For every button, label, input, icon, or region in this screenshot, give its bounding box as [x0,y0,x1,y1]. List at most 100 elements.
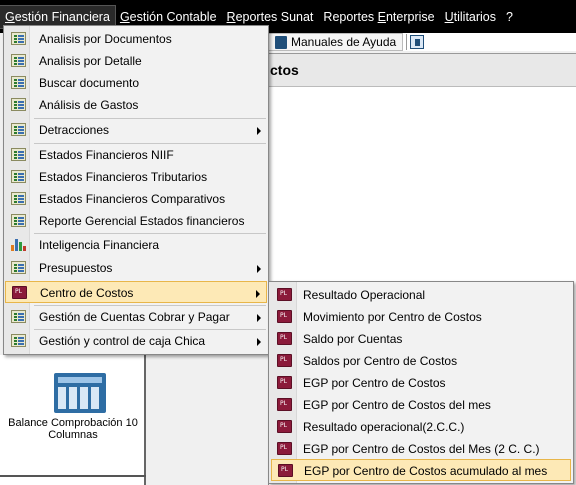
submenu-arrow-icon [257,314,261,322]
centro-costos-submenu: Resultado Operacional Movimiento por Cen… [268,281,574,484]
gestion-financiera-menu: Analisis por Documentos Analisis por Det… [3,25,269,355]
menu-item-inteligencia-financiera[interactable]: Inteligencia Financiera [5,234,267,256]
submenu-item-label: Resultado Operacional [303,288,426,302]
menu-item-ef-comparativos[interactable]: Estados Financieros Comparativos [5,188,267,210]
menu-label-post: tilitarios [453,9,497,24]
menu-label-mnemonic: R [226,9,236,24]
pl-report-icon [277,332,292,345]
divider [0,475,146,477]
pl-report-icon [278,464,293,477]
list-icon [11,310,26,323]
menu-item-label: Presupuestos [39,261,113,275]
submenu-item-egp-mes-2cc[interactable]: EGP por Centro de Costos del Mes (2 C. C… [271,438,571,460]
pl-report-icon [277,288,292,301]
submenu-item-label: Saldo por Cuentas [303,332,403,346]
menu-item-ef-niif[interactable]: Estados Financieros NIIF [5,144,267,166]
menu-item-label: Gestión de Cuentas Cobrar y Pagar [39,310,230,324]
submenu-item-egp-acumulado[interactable]: EGP por Centro de Costos acumulado al me… [271,459,571,481]
submenu-item-egp-cc-mes[interactable]: EGP por Centro de Costos del mes [271,394,571,416]
menu-item-cuentas-cobrar-pagar[interactable]: Gestión de Cuentas Cobrar y Pagar [5,306,267,328]
menu-label-pre: ? [506,9,513,24]
pl-report-icon [277,442,292,455]
pl-report-icon [12,286,27,299]
list-icon [11,170,26,183]
menu-label-pre: Reportes [323,9,378,24]
submenu-item-saldo-cuentas[interactable]: Saldo por Cuentas [271,328,571,350]
menu-item-label: Analisis por Documentos [39,32,172,46]
menu-item-presupuestos[interactable]: Presupuestos [5,257,267,279]
manuals-button[interactable]: Manuales de Ayuda [268,33,404,51]
menu-item-reporte-gerencial[interactable]: Reporte Gerencial Estados financieros [5,210,267,232]
panel-title: ctos [270,62,299,78]
menu-item-analisis-documentos[interactable]: Analisis por Documentos [5,28,267,50]
list-icon [11,76,26,89]
pl-report-icon [277,354,292,367]
tile-label: Balance Comprobación 10 Columnas [8,417,138,441]
menu-item-buscar-documento[interactable]: Buscar documento [5,72,267,94]
manuals-label: Manuales de Ayuda [291,35,397,49]
menu-item-label: Gestión y control de caja Chica [39,334,206,348]
menu-item-label: Detracciones [39,123,110,137]
pl-report-icon [277,310,292,323]
list-icon [11,334,26,347]
spreadsheet-icon [54,373,106,413]
submenu-item-label: Resultado operacional(2.C.C.) [303,420,465,434]
menu-item-label: Inteligencia Financiera [39,238,160,252]
menu-label-post: estión Contable [129,9,217,24]
menu-item-caja-chica[interactable]: Gestión y control de caja Chica [5,330,267,352]
list-icon [11,32,26,45]
submenu-item-label: Saldos por Centro de Costos [303,354,458,368]
menu-item-label: Reporte Gerencial Estados financieros [39,214,245,228]
submenu-item-label: EGP por Centro de Costos del mes [303,398,491,412]
submenu-arrow-icon [256,290,260,298]
menu-label-mnemonic: G [119,9,130,24]
list-icon [11,214,26,227]
menu-label-mnemonic: G [5,9,15,24]
menu-label-mnemonic: U [444,9,454,24]
menu-reportes-enterprise[interactable]: Reportes Enterprise [318,6,439,28]
list-icon [11,192,26,205]
menu-item-label: Analisis por Detalle [39,54,142,68]
menu-label-post: nterprise [385,9,435,24]
submenu-item-egp-cc[interactable]: EGP por Centro de Costos [271,372,571,394]
panel-header: ctos [268,53,576,87]
menu-item-analisis-gastos[interactable]: Análisis de Gastos [5,94,267,116]
menu-item-label: Estados Financieros Comparativos [39,192,226,206]
submenu-item-label: EGP por Centro de Costos acumulado al me… [304,464,548,478]
list-icon [11,123,26,136]
list-icon [11,54,26,67]
submenu-item-label: Movimiento por Centro de Costos [303,310,482,324]
menu-item-detracciones[interactable]: Detracciones [5,119,267,141]
pl-report-icon [277,376,292,389]
menu-label-mnemonic: E [377,9,386,24]
list-icon [11,148,26,161]
menu-item-label: Análisis de Gastos [39,98,139,112]
pl-report-icon [277,398,292,411]
exit-icon[interactable] [410,35,425,49]
toolbar: Manuales de Ayuda [268,33,576,51]
menu-item-label: Estados Financieros Tributarios [39,170,208,184]
menu-label-post: eportes Sunat [235,9,314,24]
menu-item-label: Buscar documento [39,76,140,90]
menu-label-post: estión Financiera [14,9,110,24]
submenu-item-resultado-2cc[interactable]: Resultado operacional(2.C.C.) [271,416,571,438]
list-icon [11,261,26,274]
menu-item-centro-costos[interactable]: Centro de Costos [5,281,267,303]
submenu-arrow-icon [257,127,261,135]
menu-item-ef-tributarios[interactable]: Estados Financieros Tributarios [5,166,267,188]
bar-chart-icon [11,238,26,251]
submenu-item-movimiento-cc[interactable]: Movimiento por Centro de Costos [271,306,571,328]
submenu-arrow-icon [257,338,261,346]
shortcut-panel: Balance Comprobación 10 Columnas [0,355,146,485]
submenu-item-label: EGP por Centro de Costos [303,376,446,390]
submenu-item-saldos-cc[interactable]: Saldos por Centro de Costos [271,350,571,372]
toolbar-separator [406,34,408,50]
menu-item-analisis-detalle[interactable]: Analisis por Detalle [5,50,267,72]
submenu-item-resultado-operacional[interactable]: Resultado Operacional [271,284,571,306]
menu-help[interactable]: ? [501,6,518,28]
balance-shortcut-tile[interactable]: Balance Comprobación 10 Columnas [8,369,138,457]
menu-item-label: Estados Financieros NIIF [39,148,174,162]
menu-utilitarios[interactable]: Utilitarios [440,6,501,28]
menu-item-label: Centro de Costos [40,286,134,300]
submenu-item-label: EGP por Centro de Costos del Mes (2 C. C… [303,442,540,456]
